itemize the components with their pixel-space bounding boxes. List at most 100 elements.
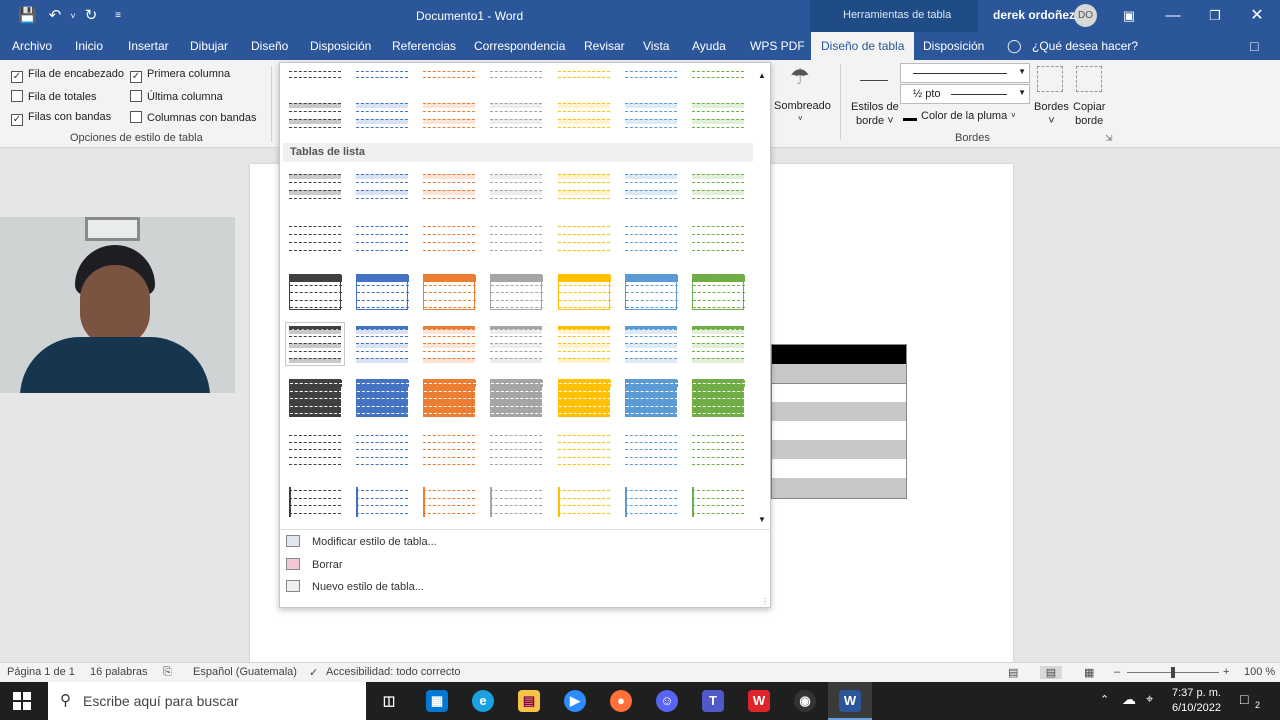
table-style-thumbnail[interactable]: [490, 68, 542, 80]
table-style-thumbnail[interactable]: [423, 171, 475, 203]
table-style-thumbnail[interactable]: [289, 100, 341, 132]
table-style-thumbnail[interactable]: [289, 68, 341, 80]
undo-icon[interactable]: ↶: [46, 7, 64, 25]
table-style-thumbnail[interactable]: [356, 68, 408, 80]
tab-disposicion[interactable]: Disposición: [310, 39, 371, 53]
table-style-thumbnail[interactable]: [558, 487, 610, 517]
user-avatar[interactable]: DO: [1074, 4, 1097, 27]
comments-icon[interactable]: □: [1250, 38, 1258, 54]
table-style-thumbnail[interactable]: [558, 223, 610, 255]
table-style-thumbnail[interactable]: [285, 322, 345, 366]
tab-wps-pdf[interactable]: WPS PDF: [750, 39, 805, 53]
table-style-thumbnail[interactable]: [289, 171, 341, 203]
read-mode-icon[interactable]: ▤: [1008, 666, 1018, 679]
network-icon[interactable]: ⌖: [1146, 691, 1153, 707]
table-style-thumbnail[interactable]: [356, 171, 408, 203]
table-style-thumbnail[interactable]: [625, 379, 678, 417]
table-style-thumbnail[interactable]: [356, 432, 408, 468]
tab-diseno-de-tabla[interactable]: Diseño de tabla: [811, 32, 915, 60]
edge-icon[interactable]: e: [472, 690, 494, 712]
zoom-level[interactable]: 100 %: [1244, 666, 1275, 678]
tray-chevron-icon[interactable]: ⌃: [1100, 693, 1109, 706]
modify-table-style-item[interactable]: Modificar estilo de tabla...: [286, 535, 437, 555]
table-style-gallery[interactable]: Tablas de lista ▲ ▼ Modificar estilo de …: [279, 62, 771, 608]
table-style-thumbnail[interactable]: [423, 100, 475, 132]
word-count[interactable]: 16 palabras: [90, 666, 148, 678]
table-style-thumbnail[interactable]: [490, 326, 542, 363]
checkbox-banded-rows[interactable]: ✓ Filas con bandas: [11, 111, 111, 126]
web-layout-icon[interactable]: ▦: [1084, 666, 1094, 679]
zoom-app-icon[interactable]: ▶: [564, 690, 586, 712]
table-style-thumbnail[interactable]: [625, 171, 677, 203]
table-style-thumbnail[interactable]: [289, 487, 341, 517]
ribbon-display-options-icon[interactable]: ▣: [1120, 7, 1138, 25]
table-style-thumbnail[interactable]: [289, 274, 342, 310]
windows-start-icon[interactable]: [13, 692, 31, 710]
table-style-thumbnail[interactable]: [625, 487, 677, 517]
store-icon[interactable]: ▦: [426, 690, 448, 712]
word-icon[interactable]: W: [839, 690, 861, 712]
border-styles-button[interactable]: Estilos de borde ˅: [851, 100, 899, 128]
scroll-down-icon[interactable]: ▼: [758, 515, 766, 524]
restore-icon[interactable]: ❐: [1206, 7, 1224, 25]
table-style-thumbnail[interactable]: [692, 432, 744, 468]
table-style-thumbnail[interactable]: [289, 432, 341, 468]
save-icon[interactable]: 💾: [18, 7, 37, 25]
undo-dropdown-icon[interactable]: ˅: [64, 7, 82, 25]
zoom-slider-thumb[interactable]: [1171, 667, 1175, 678]
table-style-thumbnail[interactable]: [423, 223, 475, 255]
clock[interactable]: 7:37 p. m. 6/10/2022: [1172, 686, 1221, 716]
dialog-launcher-icon[interactable]: ⇲: [1105, 133, 1113, 144]
resize-grip-icon[interactable]: ⋮: [761, 597, 769, 606]
table-style-thumbnail[interactable]: [692, 379, 745, 417]
customize-toolbar-icon[interactable]: ≡: [109, 7, 127, 25]
zoom-out-icon[interactable]: –: [1114, 666, 1120, 678]
table-style-thumbnail[interactable]: [490, 487, 542, 517]
table-style-thumbnail[interactable]: [356, 223, 408, 255]
document-table[interactable]: [771, 344, 907, 499]
close-icon[interactable]: ✕: [1248, 7, 1266, 25]
table-style-thumbnail[interactable]: [625, 223, 677, 255]
tab-insertar[interactable]: Insertar: [128, 39, 169, 53]
table-style-thumbnail[interactable]: [289, 379, 342, 417]
table-style-thumbnail[interactable]: [490, 171, 542, 203]
table-style-thumbnail[interactable]: [356, 379, 409, 417]
pen-color-button[interactable]: Color de la pluma: [921, 110, 1007, 122]
file-explorer-icon[interactable]: ▤: [518, 690, 540, 712]
table-style-thumbnail[interactable]: [692, 100, 744, 132]
taskbar-search[interactable]: ⚲ Escribe aquí para buscar: [48, 682, 366, 720]
table-style-thumbnail[interactable]: [289, 223, 341, 255]
table-style-thumbnail[interactable]: [692, 68, 744, 80]
checkbox-first-column[interactable]: ✓ Primera columna: [130, 68, 230, 83]
line-style-select[interactable]: ▼: [900, 63, 1030, 83]
table-style-thumbnail[interactable]: [558, 326, 610, 363]
table-style-thumbnail[interactable]: [625, 68, 677, 80]
table-style-thumbnail[interactable]: [423, 68, 475, 80]
scroll-up-icon[interactable]: ▲: [758, 71, 766, 80]
print-layout-icon[interactable]: ▤: [1040, 666, 1062, 679]
page-count[interactable]: Página 1 de 1: [7, 666, 75, 678]
table-style-thumbnail[interactable]: [490, 432, 542, 468]
tab-diseno[interactable]: Diseño: [251, 39, 288, 53]
table-style-thumbnail[interactable]: [490, 100, 542, 132]
table-style-thumbnail[interactable]: [558, 379, 611, 417]
table-style-thumbnail[interactable]: [692, 274, 745, 310]
table-style-thumbnail[interactable]: [490, 274, 543, 310]
checkbox-last-column[interactable]: Última columna: [130, 90, 223, 103]
table-style-thumbnail[interactable]: [423, 274, 476, 310]
table-style-thumbnail[interactable]: [692, 487, 744, 517]
table-style-thumbnail[interactable]: [558, 171, 610, 203]
language-indicator[interactable]: Español (Guatemala): [193, 666, 297, 678]
tab-correspondencia[interactable]: Correspondencia: [474, 39, 565, 53]
notifications-icon[interactable]: □: [1240, 691, 1248, 707]
table-style-thumbnail[interactable]: [356, 326, 408, 363]
table-style-thumbnail[interactable]: [692, 326, 744, 363]
obs-icon[interactable]: ◉: [794, 690, 816, 712]
tab-inicio[interactable]: Inicio: [75, 39, 103, 53]
table-style-thumbnail[interactable]: [558, 68, 610, 80]
table-style-thumbnail[interactable]: [356, 100, 408, 132]
table-style-thumbnail[interactable]: [558, 432, 610, 468]
new-table-style-item[interactable]: Nuevo estilo de tabla...: [286, 580, 424, 600]
table-style-thumbnail[interactable]: [423, 432, 475, 468]
table-style-thumbnail[interactable]: [692, 223, 744, 255]
